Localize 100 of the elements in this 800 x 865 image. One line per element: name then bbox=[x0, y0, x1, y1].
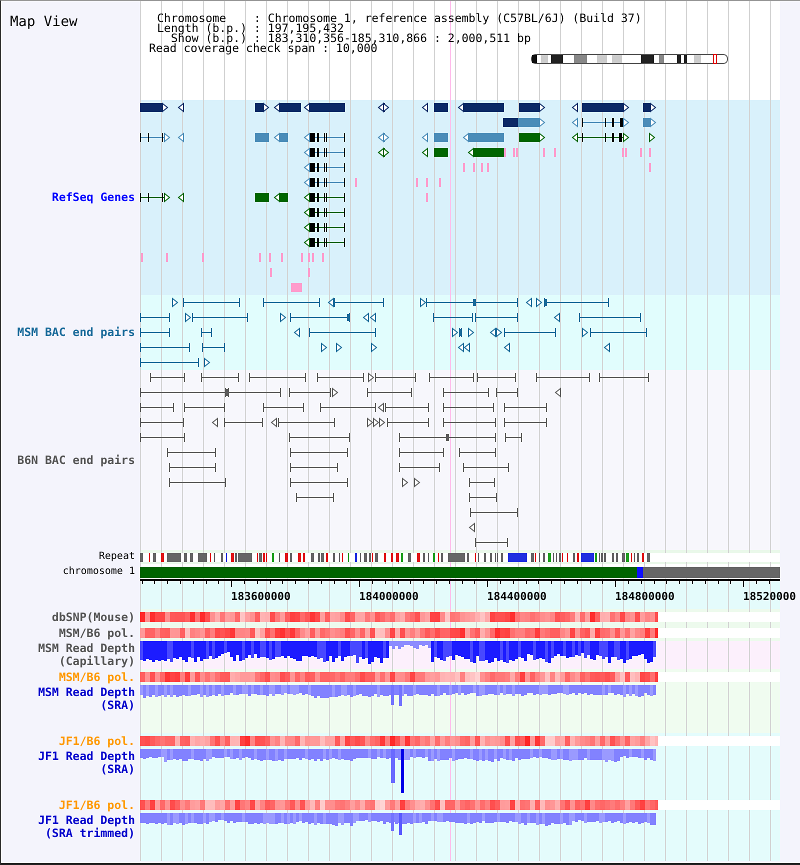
bac-end-arrow bbox=[280, 312, 286, 323]
bac-end-pair bbox=[504, 433, 522, 442]
feature-tick bbox=[355, 178, 357, 187]
bac-end-arrow bbox=[536, 297, 542, 308]
bac-end-pair bbox=[366, 388, 412, 397]
gene-block bbox=[274, 192, 288, 203]
bac-end-pair bbox=[474, 313, 518, 322]
axis-tick-label: 18520000 bbox=[743, 590, 796, 603]
gene-block bbox=[140, 102, 168, 113]
bac-end-arrow bbox=[526, 297, 532, 308]
bac-end-pair bbox=[442, 388, 490, 397]
feature-tick bbox=[649, 148, 651, 157]
track-label: MSM Read Depth (Capillary) bbox=[37, 642, 135, 668]
track-label: JF1/B6 pol. bbox=[58, 734, 135, 748]
gene-block bbox=[519, 132, 546, 143]
bac-end-pair bbox=[504, 328, 556, 337]
bac-end-pair bbox=[374, 373, 416, 382]
feature-tick bbox=[270, 268, 272, 277]
bac-end-arrow bbox=[582, 327, 588, 338]
gene-model bbox=[582, 117, 630, 128]
bac-end-arrow bbox=[468, 327, 474, 338]
gene-model bbox=[140, 192, 170, 203]
feature-tick bbox=[473, 163, 475, 172]
gene-block bbox=[378, 102, 390, 113]
bac-end-pair bbox=[288, 433, 350, 442]
gene-model bbox=[304, 207, 346, 218]
bac-end-pair bbox=[140, 328, 170, 337]
coverage-span-line: Read coverage check span : 10,000 bbox=[149, 43, 378, 53]
bac-end-pair bbox=[168, 478, 226, 487]
bac-end-pair bbox=[202, 343, 226, 352]
bac-end-pair bbox=[442, 403, 494, 412]
bac-end-pair bbox=[288, 388, 332, 397]
gene-block bbox=[434, 148, 448, 157]
bac-end-pair bbox=[182, 298, 240, 307]
bac-end-pair bbox=[200, 328, 212, 337]
bac-end-arrow bbox=[554, 387, 561, 398]
bac-end-pair bbox=[504, 403, 548, 412]
strand-arrow bbox=[572, 102, 578, 113]
gene-block bbox=[462, 132, 504, 143]
strand-arrow bbox=[178, 132, 184, 143]
bac-end-pair bbox=[468, 478, 496, 487]
bac-end-arrow bbox=[554, 312, 560, 323]
bac-end-arrow bbox=[604, 342, 610, 353]
feature-tick bbox=[141, 253, 143, 262]
feature-tick bbox=[281, 253, 283, 262]
bac-end-pair bbox=[200, 373, 240, 382]
bac-end-pair bbox=[192, 313, 248, 322]
bac-end-pair bbox=[224, 418, 264, 427]
gene-model bbox=[304, 132, 346, 143]
bac-end-pair bbox=[290, 463, 338, 472]
gene-model bbox=[304, 237, 346, 248]
bac-end-pair bbox=[278, 418, 336, 427]
gene-block bbox=[458, 102, 504, 113]
bac-end-pair bbox=[316, 373, 364, 382]
feature-tick bbox=[463, 163, 465, 172]
bac-end-arrow bbox=[414, 477, 420, 488]
bac-end-pair bbox=[140, 418, 184, 427]
strand-arrow bbox=[572, 117, 578, 128]
bac-end-pair bbox=[536, 373, 590, 382]
feature-block bbox=[291, 283, 302, 292]
feature-tick bbox=[308, 268, 310, 277]
axis-tick-label: 183600000 bbox=[231, 590, 291, 603]
bac-end-pair bbox=[262, 403, 304, 412]
bac-end-arrow bbox=[452, 327, 458, 338]
track-label: RefSeq Genes bbox=[52, 191, 135, 204]
strand-arrow bbox=[178, 192, 184, 203]
gene-block bbox=[519, 102, 546, 113]
gene-model bbox=[304, 162, 346, 173]
bac-end-arrow bbox=[402, 477, 408, 488]
bac-end-pair bbox=[320, 403, 376, 412]
gene-model bbox=[304, 147, 346, 158]
bac-end-pair bbox=[462, 463, 510, 472]
bac-end-pair bbox=[598, 373, 650, 382]
gene-model bbox=[572, 132, 630, 143]
gene-block bbox=[255, 133, 269, 142]
axis-tick-label: 184800000 bbox=[615, 590, 675, 603]
bac-end-pair bbox=[140, 403, 174, 412]
bac-end-pair bbox=[168, 463, 216, 472]
track-label: MSM/B6 pol. bbox=[58, 626, 135, 640]
gene-block bbox=[643, 102, 656, 113]
bac-end-pair bbox=[458, 328, 462, 337]
bac-end-pair bbox=[470, 508, 518, 517]
feature-tick bbox=[301, 253, 303, 262]
track-label: MSM BAC end pairs bbox=[17, 326, 135, 339]
gene-block bbox=[378, 132, 390, 143]
bac-end-arrow bbox=[212, 417, 218, 428]
gene-model bbox=[304, 177, 346, 188]
bac-end-pair bbox=[398, 463, 440, 472]
bac-end-arrow bbox=[294, 327, 300, 338]
bac-end-pair bbox=[140, 313, 170, 322]
bac-end-pair bbox=[504, 418, 548, 427]
feature-tick bbox=[259, 253, 261, 262]
bac-end-pair bbox=[334, 298, 384, 307]
strand-arrow bbox=[422, 102, 428, 113]
gene-block bbox=[304, 102, 345, 113]
feature-tick bbox=[269, 253, 271, 262]
bac-end-arrow bbox=[185, 312, 192, 323]
view-title: Map View bbox=[10, 14, 78, 30]
feature-tick bbox=[166, 253, 168, 262]
bac-end-arrow bbox=[204, 357, 210, 368]
